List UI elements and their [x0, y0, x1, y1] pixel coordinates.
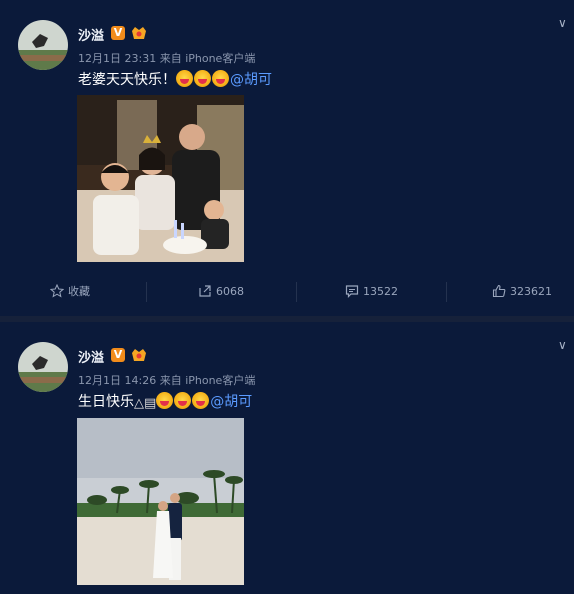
like-icon: [492, 284, 506, 298]
username[interactable]: 沙溢: [78, 347, 104, 366]
emoji-icon: [192, 392, 210, 409]
favorite-label: 收藏: [68, 285, 90, 298]
post-meta: 12月1日 14:26 来自 iPhone客户端: [78, 372, 255, 388]
post-meta: 12月1日 23:31 来自 iPhone客户端: [78, 50, 255, 66]
verified-icon: V: [111, 26, 125, 40]
avatar[interactable]: [18, 342, 68, 392]
star-icon: [49, 283, 65, 298]
cake-icon: △▤: [134, 396, 157, 411]
source: 来自 iPhone客户端: [159, 374, 256, 387]
post-body: 老婆天天快乐！: [78, 72, 176, 88]
vip-icon[interactable]: [131, 25, 147, 39]
weibo-post: 沙溢 V ∨ 12月1日 23:31 来自 iPhone客户端 老婆天天快乐！ @…: [0, 0, 574, 320]
comment-icon: [345, 285, 359, 298]
emoji-icon: [212, 70, 229, 87]
divider: [446, 282, 447, 302]
post-text: 老婆天天快乐！ @胡可: [78, 69, 272, 89]
repost-count: 6068: [216, 285, 244, 298]
like-count: 323621: [510, 285, 552, 298]
like-button[interactable]: 323621: [492, 276, 552, 308]
comment-count: 13522: [363, 285, 398, 298]
emoji-icon: [156, 392, 174, 409]
post-body: 生日快乐: [78, 394, 134, 410]
emoji-icon: [194, 70, 211, 87]
username[interactable]: 沙溢: [78, 25, 104, 44]
mention-link[interactable]: @胡可: [230, 72, 272, 88]
repost-button[interactable]: 6068: [198, 276, 244, 308]
divider: [146, 282, 147, 302]
weibo-post: 沙溢 V ∨ 12月1日 14:26 来自 iPhone客户端 生日快乐△▤ @胡…: [0, 322, 574, 594]
emoji-icon: [174, 392, 192, 409]
repost-icon: [199, 285, 211, 297]
vip-icon[interactable]: [131, 347, 147, 361]
favorite-button[interactable]: 收藏: [49, 276, 90, 308]
source: 来自 iPhone客户端: [159, 52, 256, 65]
chevron-down-icon[interactable]: ∨: [558, 338, 567, 352]
timestamp[interactable]: 12月1日 14:26: [78, 374, 156, 387]
post-photo[interactable]: [77, 418, 244, 585]
mention-link[interactable]: @胡可: [210, 394, 252, 410]
post-text: 生日快乐△▤ @胡可: [78, 391, 252, 411]
timestamp[interactable]: 12月1日 23:31: [78, 52, 156, 65]
avatar[interactable]: [18, 20, 68, 70]
divider: [296, 282, 297, 302]
verified-icon: V: [111, 348, 125, 362]
chevron-down-icon[interactable]: ∨: [558, 16, 567, 30]
post-photo[interactable]: [77, 95, 244, 262]
action-bar: 收藏 6068 13522 323621: [0, 276, 574, 308]
emoji-icon: [176, 70, 193, 87]
comment-button[interactable]: 13522: [345, 276, 398, 308]
